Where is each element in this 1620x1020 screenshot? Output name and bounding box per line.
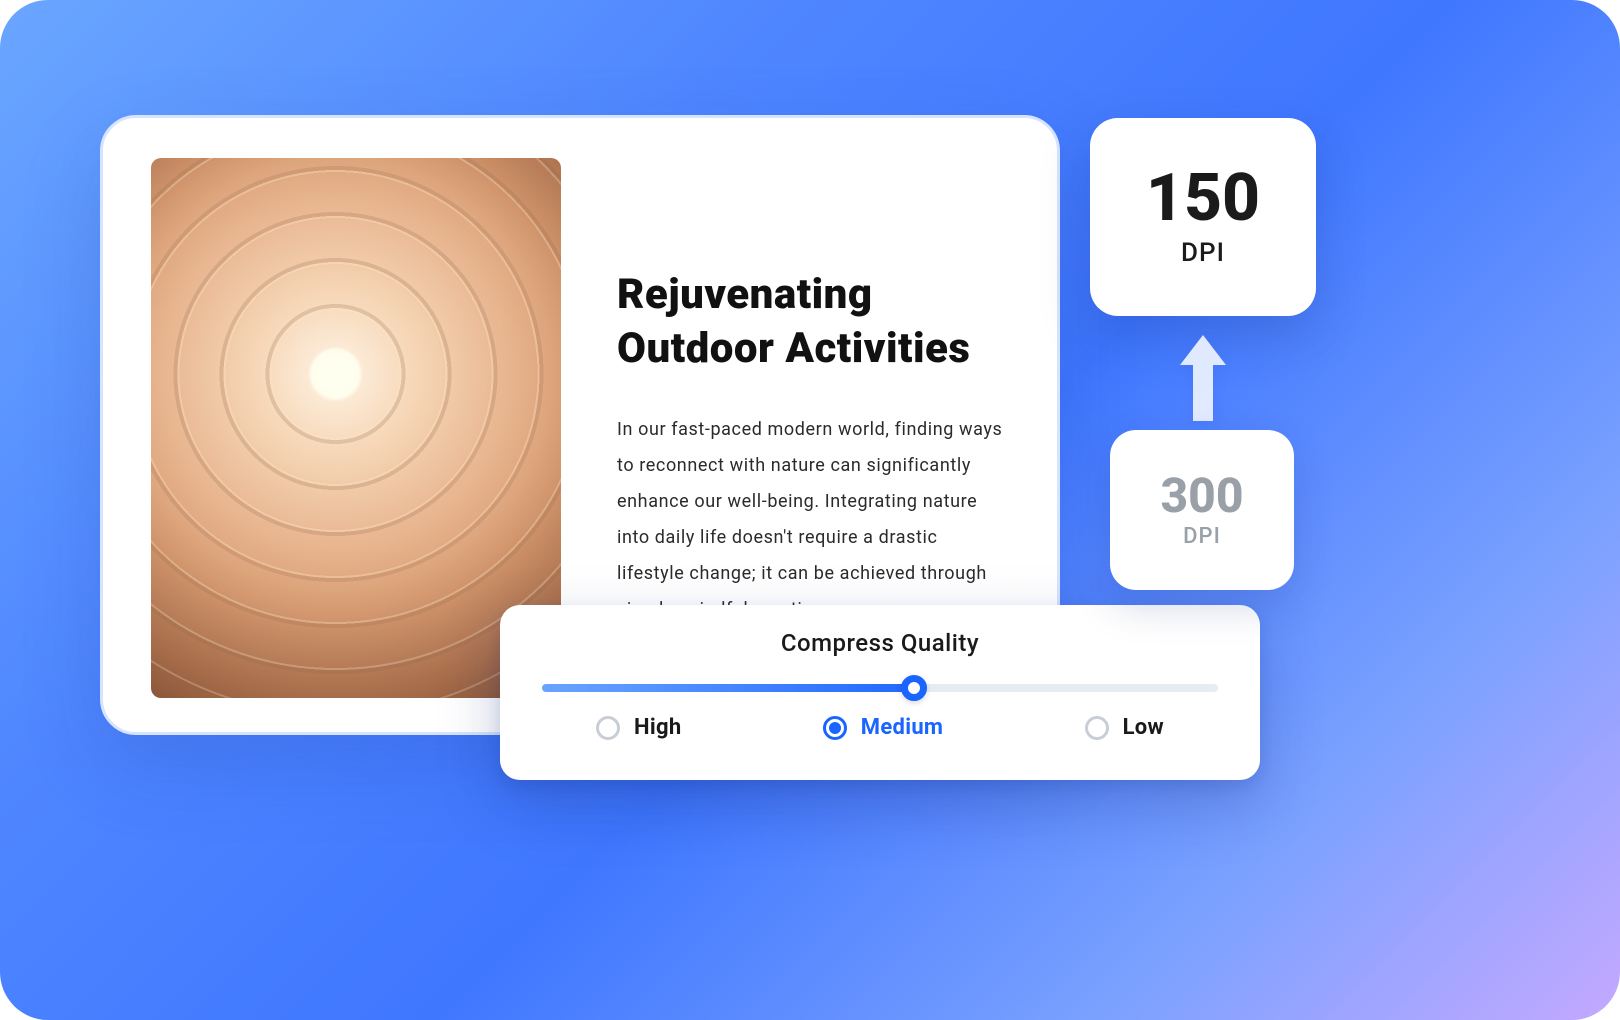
quality-option-label: High (634, 715, 681, 740)
arrow-up-icon (1180, 335, 1226, 421)
dpi-target-tile: 150 DPI (1090, 118, 1316, 316)
dpi-source-tile: 300 DPI (1110, 430, 1294, 590)
radio-icon (823, 716, 847, 740)
radio-icon (596, 716, 620, 740)
compress-quality-title: Compress Quality (536, 629, 1224, 657)
app-canvas: Rejuvenating Outdoor Activities In our f… (0, 0, 1620, 1020)
quality-option-low[interactable]: Low (1085, 715, 1164, 740)
compress-quality-panel: Compress Quality High Medium Low (500, 605, 1260, 780)
document-title: Rejuvenating Outdoor Activities (617, 268, 1009, 376)
quality-option-medium[interactable]: Medium (823, 715, 944, 740)
dpi-target-unit: DPI (1181, 238, 1225, 268)
document-body: In our fast-paced modern world, finding … (617, 412, 1009, 628)
dpi-source-unit: DPI (1183, 524, 1221, 549)
quality-option-label: Low (1123, 715, 1164, 740)
slider-track-fill (542, 684, 914, 692)
quality-option-high[interactable]: High (596, 715, 681, 740)
dpi-source-value: 300 (1160, 472, 1243, 520)
radio-icon (1085, 716, 1109, 740)
document-image (151, 158, 561, 698)
dpi-target-value: 150 (1146, 166, 1260, 232)
quality-options: High Medium Low (536, 715, 1224, 740)
quality-option-label: Medium (861, 715, 944, 740)
quality-slider[interactable] (542, 675, 1218, 701)
slider-thumb[interactable] (901, 675, 927, 701)
